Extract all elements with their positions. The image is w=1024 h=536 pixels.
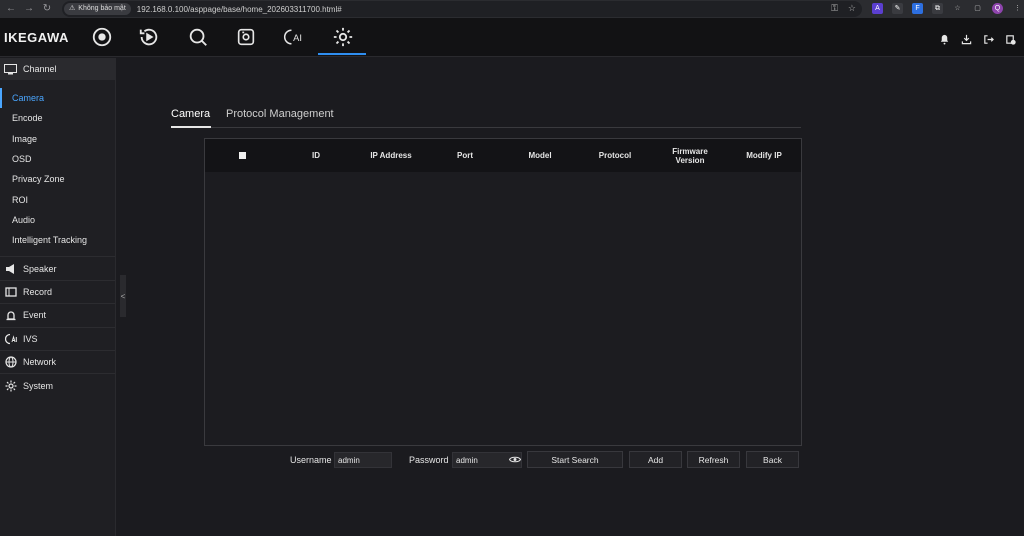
tab-camera[interactable]: Camera — [171, 108, 210, 120]
insecure-label: Không bảo mật — [78, 5, 126, 12]
extension-icon[interactable]: A — [872, 3, 883, 14]
sidebar-group-channel[interactable]: Channel — [0, 58, 115, 80]
sidebar-item-encode[interactable]: Encode — [0, 108, 115, 128]
download-icon[interactable] — [961, 32, 972, 50]
live-view-icon[interactable] — [89, 24, 115, 50]
star-icon[interactable]: ☆ — [848, 3, 856, 14]
tab-protocol-management[interactable]: Protocol Management — [226, 108, 334, 120]
back-button[interactable]: Back — [746, 451, 799, 468]
column-firmware-version[interactable]: Firmware Version — [665, 139, 715, 172]
sidebar-item-audio[interactable]: Audio — [0, 210, 115, 230]
refresh-button[interactable]: Refresh — [687, 451, 740, 468]
info-icon[interactable] — [1005, 32, 1016, 50]
sidebar-item-privacy-zone[interactable]: Privacy Zone — [0, 169, 115, 189]
reload-icon[interactable]: ↻ — [40, 2, 54, 16]
select-all-checkbox[interactable] — [227, 139, 257, 172]
settings-icon[interactable] — [330, 24, 356, 50]
key-icon[interactable]: ⚿ — [831, 3, 838, 14]
sidebar-group-label: IVS — [23, 333, 38, 344]
column-protocol[interactable]: Protocol — [590, 139, 640, 172]
menu-kebab-icon[interactable]: ⋮ — [1012, 3, 1023, 14]
gear-icon — [5, 380, 17, 392]
sidebar-group-label: Network — [23, 357, 57, 368]
ai-icon[interactable]: AI — [281, 24, 307, 50]
address-bar[interactable]: ⚠ Không bảo mật 192.168.0.100/asppage/ba… — [62, 1, 862, 17]
forward-arrow-icon[interactable]: → — [22, 2, 36, 16]
add-button[interactable]: Add — [629, 451, 682, 468]
sidebar-group-label: System — [23, 380, 54, 391]
column-model[interactable]: Model — [515, 139, 565, 172]
profile-avatar[interactable]: Q — [992, 3, 1003, 14]
search-icon[interactable] — [185, 24, 211, 50]
playback-icon[interactable] — [136, 24, 162, 50]
back-arrow-icon[interactable]: ← — [4, 2, 18, 16]
sidebar-group-speaker[interactable]: Speaker — [0, 256, 115, 279]
sidebar-item-intelligent-tracking[interactable]: Intelligent Tracking — [0, 230, 115, 250]
password-label: Password — [409, 455, 449, 465]
bell-icon[interactable] — [939, 32, 950, 50]
table-header: ID IP Address Port Model Protocol Firmwa… — [205, 139, 801, 172]
app-logo: IKEGAWA — [4, 30, 69, 45]
logout-icon[interactable] — [983, 32, 994, 50]
sidebar-group-network[interactable]: Network — [0, 349, 115, 373]
sidebar-item-roi[interactable]: ROI — [0, 189, 115, 209]
app-top-nav: IKEGAWA AI — [0, 18, 1024, 57]
sidebar-group-label: Channel — [23, 64, 57, 74]
sidebar-group-label: Record — [23, 286, 53, 297]
record-icon — [5, 287, 17, 297]
username-label: Username — [290, 455, 332, 465]
puzzle-icon[interactable]: ⧉ — [932, 3, 943, 14]
browser-toolbar: ← → ↻ ⚠ Không bảo mật 192.168.0.100/aspp… — [0, 0, 1024, 18]
megaphone-icon — [6, 263, 14, 274]
chevron-left-icon: < — [120, 291, 126, 301]
sidebar-collapse-handle[interactable]: < — [120, 275, 126, 317]
alarm-icon — [6, 311, 16, 321]
sidebar-item-image[interactable]: Image — [0, 129, 115, 149]
sidebar-group-system[interactable]: System — [0, 373, 115, 396]
extension-icon[interactable]: F — [912, 3, 923, 14]
column-port[interactable]: Port — [445, 139, 485, 172]
bookmarks-icon[interactable]: ☆ — [952, 3, 963, 14]
checkbox-icon — [238, 152, 246, 159]
channel-icon — [4, 63, 17, 74]
camera-table: ID IP Address Port Model Protocol Firmwa… — [204, 138, 802, 446]
start-search-button[interactable]: Start Search — [527, 451, 623, 468]
url-text[interactable]: 192.168.0.100/asppage/base/home_20260331… — [137, 5, 342, 14]
column-ip-address[interactable]: IP Address — [355, 139, 427, 172]
sidebar-group-ivs[interactable]: IVS — [0, 326, 115, 350]
sidebar-item-osd[interactable]: OSD — [0, 149, 115, 169]
sidebar-group-label: Event — [23, 310, 47, 321]
globe-icon — [5, 356, 17, 368]
sidebar-item-camera[interactable]: Camera — [0, 88, 115, 109]
smart-icon[interactable] — [233, 24, 259, 50]
active-tab-underline — [171, 126, 211, 128]
sidebar-group-record[interactable]: Record — [0, 279, 115, 303]
username-input[interactable] — [334, 452, 392, 468]
eye-icon[interactable] — [509, 455, 521, 464]
sidebar-group-event[interactable]: Event — [0, 303, 115, 326]
tab-bar: Camera Protocol Management — [171, 106, 801, 128]
active-nav-underline — [318, 53, 366, 55]
ai-label: AI — [293, 33, 302, 43]
sidebar: Channel Camera Encode Image OSD Privacy … — [0, 58, 116, 536]
insecure-chip[interactable]: ⚠ Không bảo mật — [64, 3, 131, 15]
warning-icon: ⚠ — [69, 5, 76, 12]
ivs-icon — [5, 333, 17, 344]
sidebar-group-label: Speaker — [23, 263, 57, 274]
column-modify-ip[interactable]: Modify IP — [735, 139, 793, 172]
sidepanel-icon[interactable]: ▢ — [972, 3, 983, 14]
eyedropper-icon[interactable]: ✎ — [892, 3, 903, 14]
column-id[interactable]: ID — [301, 139, 331, 172]
